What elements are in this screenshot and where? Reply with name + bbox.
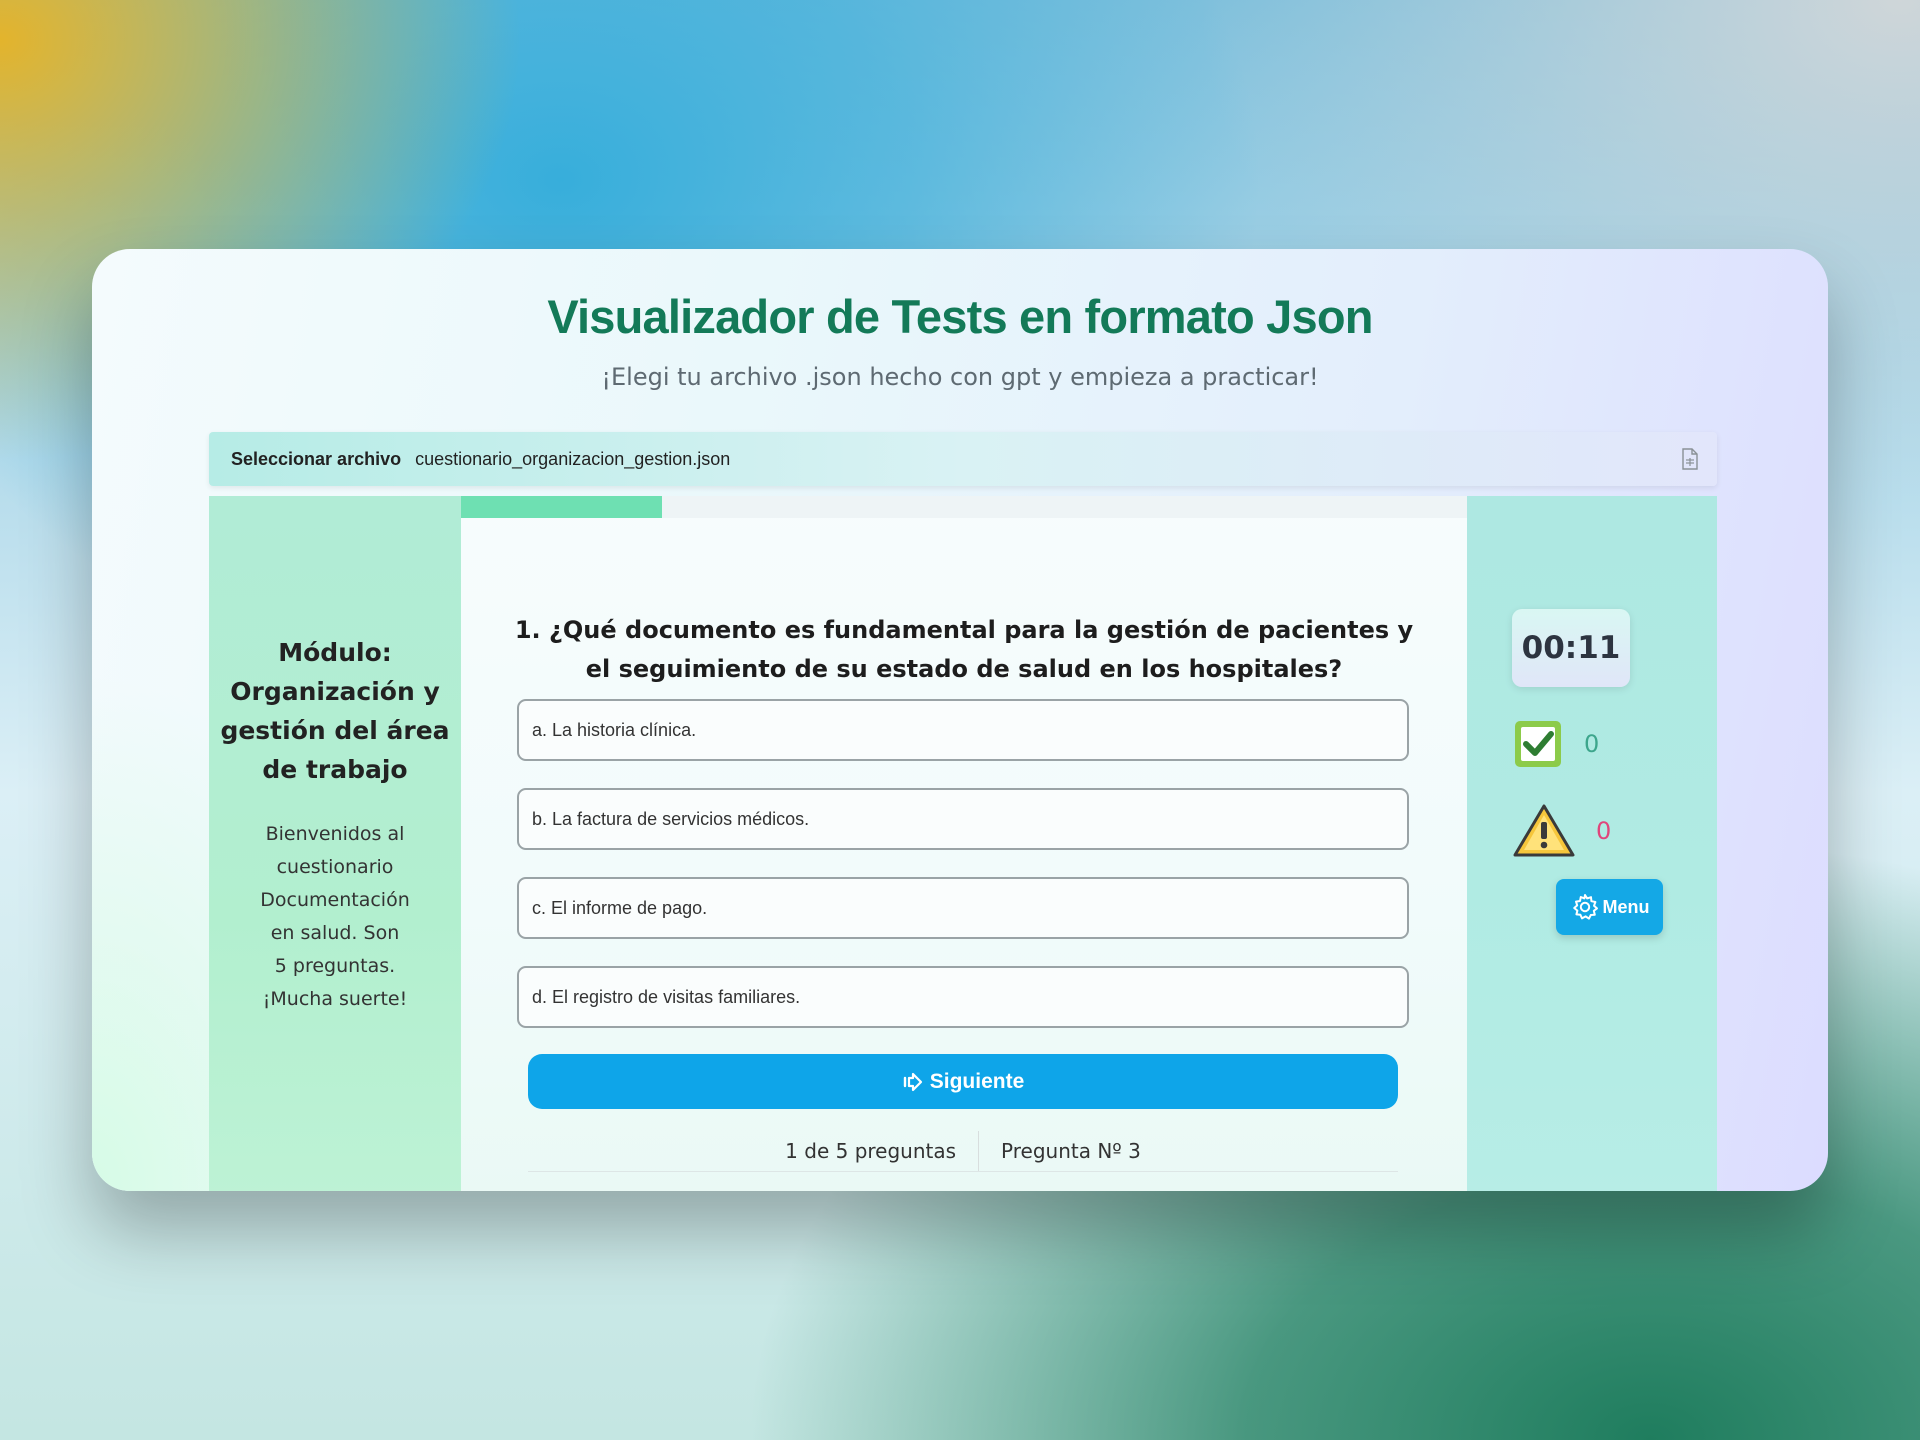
app-window: Visualizador de Tests en formato Json ¡E… — [92, 249, 1828, 1191]
welcome-line: en salud. Son — [270, 922, 400, 944]
answer-option-b[interactable]: b. La factura de servicios médicos. — [517, 788, 1409, 850]
menu-button-label: Menu — [1602, 896, 1650, 917]
welcome-line: ¡Mucha suerte! — [262, 988, 408, 1010]
question-text: 1. ¿Qué documento es fundamental para la… — [514, 616, 1414, 683]
question-card: 1. ¿Qué documento es fundamental para la… — [461, 496, 1467, 1191]
correct-counter: 0 — [1512, 718, 1599, 770]
next-button-label: Siguiente — [929, 1069, 1025, 1093]
module-title-line: Módulo: — [278, 638, 392, 667]
module-title-line: gestión del área — [220, 716, 450, 745]
file-icon[interactable] — [1681, 448, 1699, 470]
next-button[interactable]: Siguiente — [528, 1054, 1398, 1109]
answer-option-d[interactable]: d. El registro de visitas familiares. — [517, 966, 1409, 1028]
page-subtitle: ¡Elegi tu archivo .json hecho con gpt y … — [601, 363, 1319, 391]
selected-file-name: cuestionario_organizacion_gestion.json — [415, 448, 731, 469]
correct-count: 0 — [1584, 730, 1600, 758]
welcome-text: Bienvenidos al cuestionario Documentació… — [245, 818, 425, 1016]
question-number: Pregunta Nº 3 — [1001, 1138, 1141, 1163]
welcome-line: 5 preguntas. — [274, 955, 396, 977]
welcome-line: cuestionario — [276, 856, 394, 878]
module-title-line: Organización y — [230, 677, 440, 706]
question-footer: 1 de 5 preguntas Pregunta Nº 3 — [528, 1130, 1398, 1172]
menu-button[interactable]: Menu — [1556, 879, 1663, 935]
checkbox-check-icon — [1515, 721, 1561, 767]
module-sidebar: Módulo: Organización y gestión del área … — [209, 496, 461, 1191]
answer-option-c[interactable]: c. El informe de pago. — [517, 877, 1409, 939]
select-file-button[interactable]: Seleccionar archivo — [231, 449, 401, 470]
question-count: 1 de 5 preguntas — [785, 1138, 957, 1163]
file-input[interactable]: Seleccionar archivo cuestionario_organiz… — [209, 432, 1717, 486]
progress-bar — [461, 496, 1467, 518]
answer-option-a[interactable]: a. La historia clínica. — [517, 699, 1409, 761]
warning-icon — [1513, 804, 1575, 857]
welcome-line: Documentación — [260, 889, 410, 911]
page-title: Visualizador de Tests en formato Json — [547, 290, 1373, 343]
progress-fill — [461, 496, 663, 518]
wrong-counter: 0 — [1512, 802, 1611, 860]
module-title: Módulo: Organización y gestión del área … — [219, 633, 451, 789]
arrow-right-icon — [903, 1072, 922, 1091]
wrong-count: 0 — [1596, 817, 1612, 845]
stats-sidebar: 00:11 0 0 Menu — [1467, 496, 1717, 1191]
welcome-line: Bienvenidos al — [265, 823, 405, 845]
gear-icon — [1572, 894, 1598, 920]
timer: 00:11 — [1512, 609, 1630, 687]
module-title-line: de trabajo — [262, 755, 408, 784]
